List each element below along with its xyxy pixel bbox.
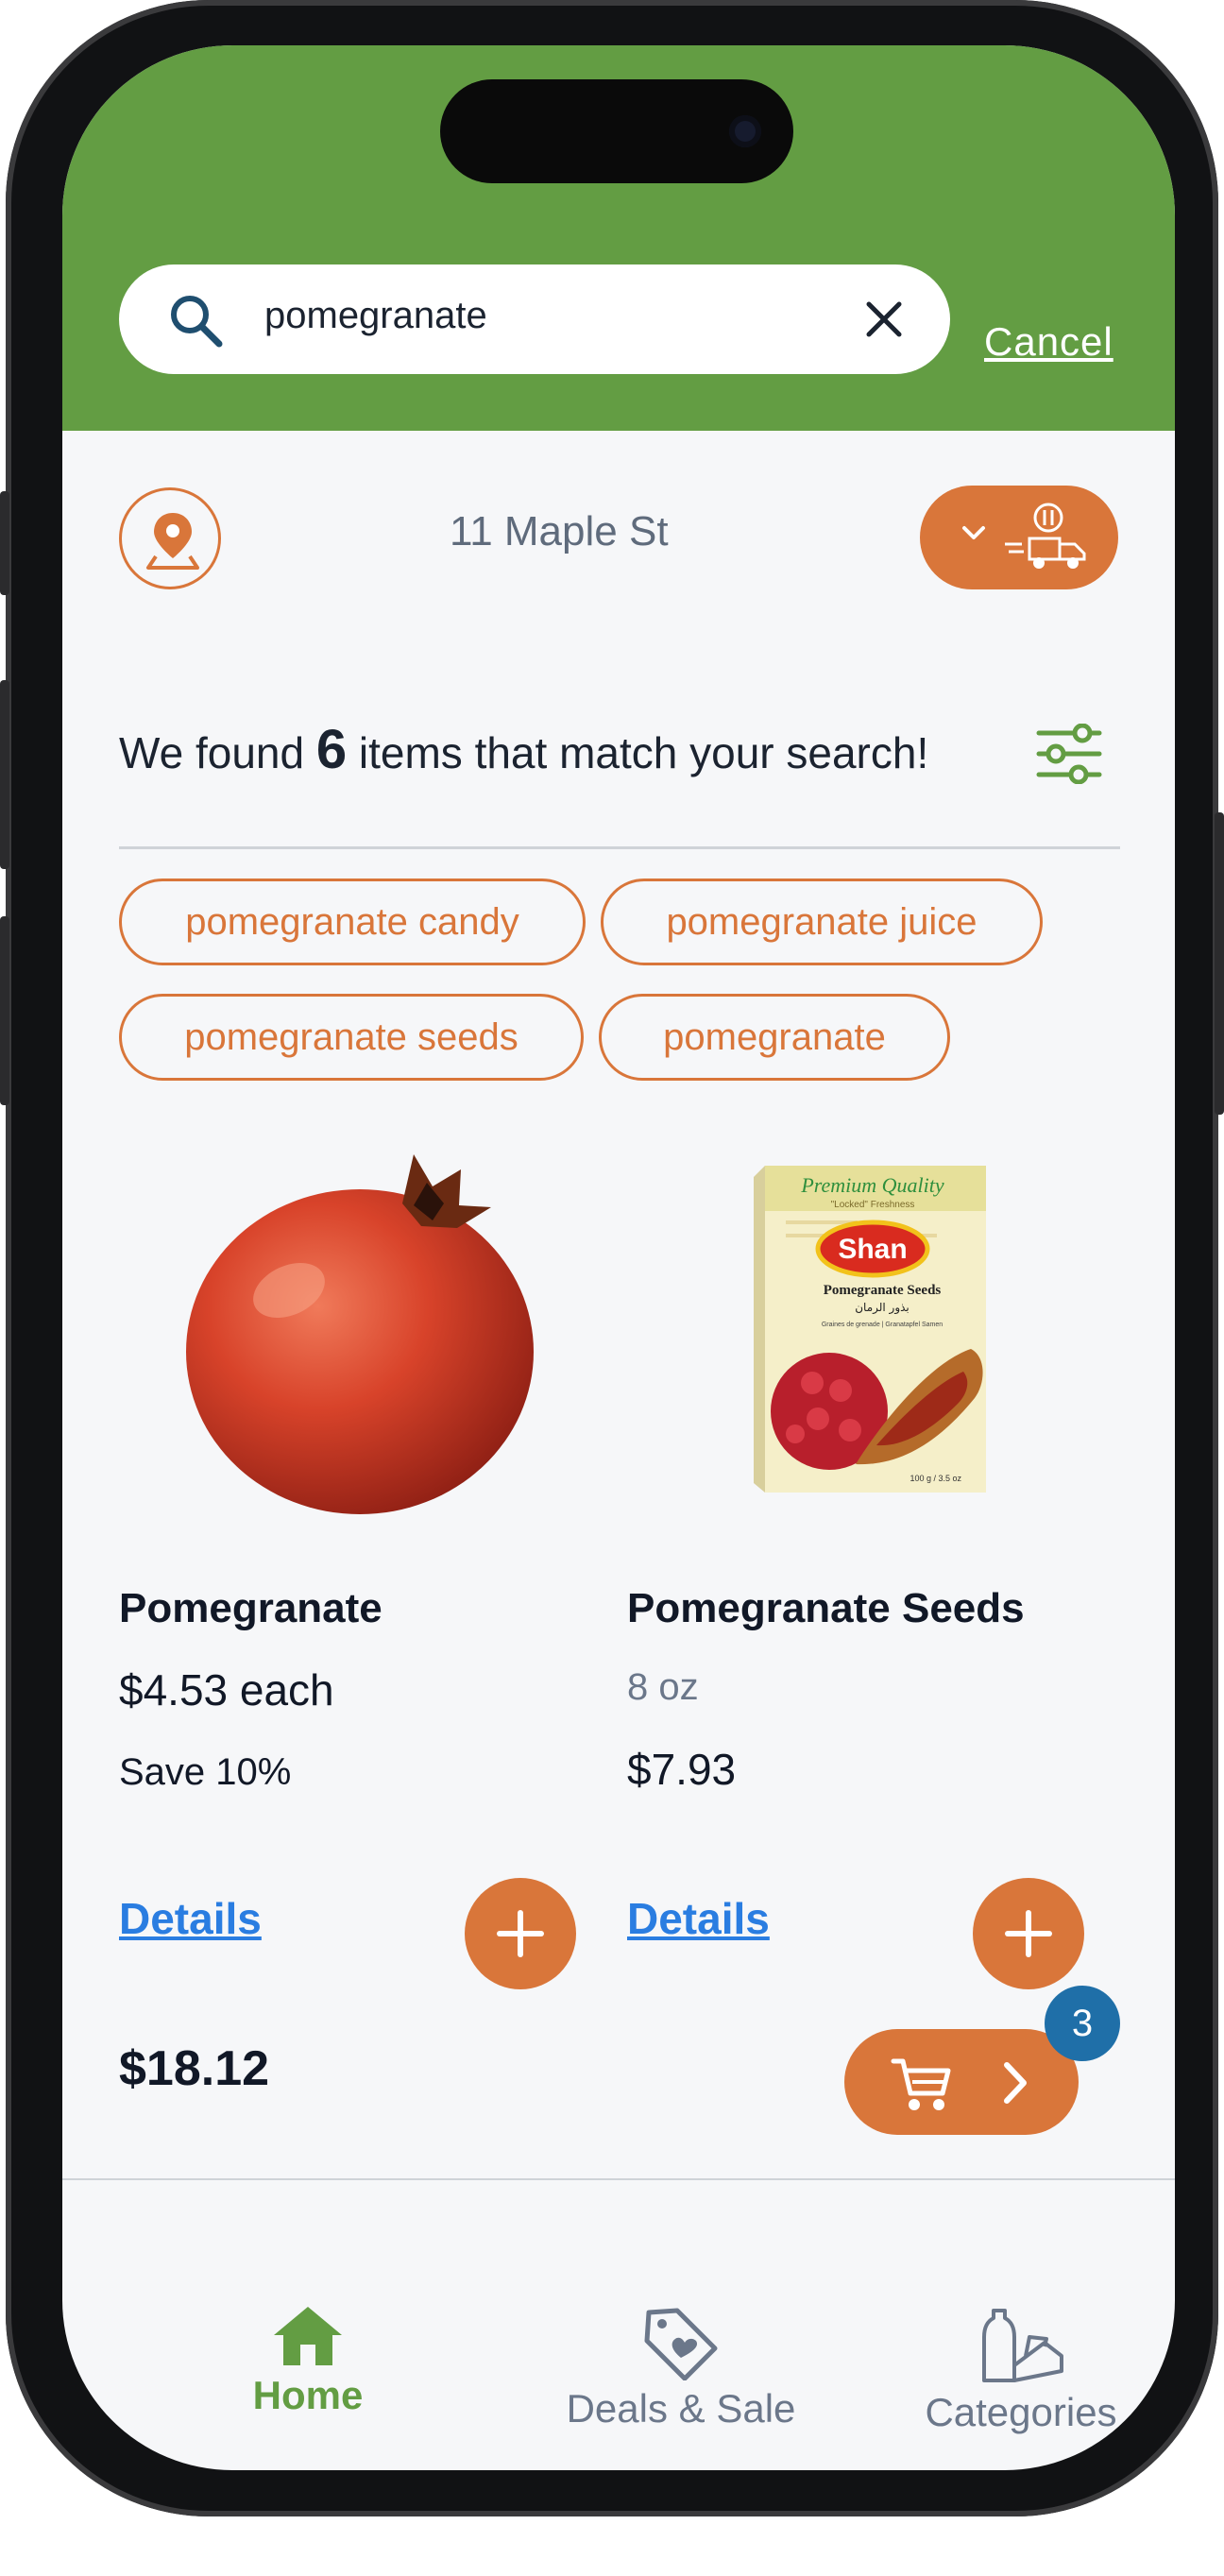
product-size: 8 oz <box>627 1666 699 1708</box>
details-link[interactable]: Details <box>627 1893 770 1944</box>
cart-icon <box>891 2058 951 2110</box>
product-promo: Save 10% <box>119 1751 292 1793</box>
suggestion-chip[interactable]: pomegranate juice <box>601 879 1043 965</box>
location-pin-icon <box>146 513 199 570</box>
product-image-pomegranate[interactable] <box>185 1149 544 1517</box>
categories-icon <box>982 2309 1063 2382</box>
add-to-cart-button[interactable] <box>973 1878 1084 1989</box>
home-icon <box>274 2307 342 2365</box>
suggestion-chip[interactable]: pomegranate <box>599 994 950 1081</box>
cart-count-badge: 3 <box>1045 1986 1120 2061</box>
chevron-down-icon <box>962 526 985 539</box>
search-header: pomegranate Cancel <box>62 45 1175 431</box>
chevron-right-icon <box>1004 2062 1027 2104</box>
results-count: 6 <box>315 719 348 780</box>
search-query[interactable]: pomegranate <box>264 295 487 337</box>
product-name[interactable]: Pomegranate Seeds <box>627 1585 1025 1632</box>
side-button <box>0 491 9 595</box>
search-input[interactable]: pomegranate <box>119 264 950 374</box>
suggestion-chip[interactable]: pomegranate candy <box>119 879 586 965</box>
package-brand: Shan <box>838 1234 907 1265</box>
nav-deals-label: Deals & Sale <box>566 2386 796 2431</box>
package-weight: 100 g / 3.5 oz <box>910 1474 961 1483</box>
nav-home[interactable]: Home <box>204 2305 412 2418</box>
side-button <box>1215 812 1224 1115</box>
package-subtitle: Graines de grenade | Granatapfel Samen <box>822 1322 943 1328</box>
app-screen: pomegranate Cancel 11 Maple St We found … <box>62 45 1175 2470</box>
nav-home-label: Home <box>252 2373 364 2417</box>
filter-sliders-icon[interactable] <box>1035 724 1103 784</box>
nav-categories[interactable]: Categories <box>865 2299 1175 2435</box>
phone-frame: pomegranate Cancel 11 Maple St We found … <box>0 0 1224 2516</box>
add-to-cart-button[interactable] <box>465 1878 576 1989</box>
clear-icon[interactable] <box>861 297 907 342</box>
nav-divider <box>62 2178 1175 2180</box>
product-price: $4.53 each <box>119 1665 334 1714</box>
product-name[interactable]: Pomegranate <box>119 1585 382 1632</box>
delivery-mode-button[interactable] <box>920 486 1118 589</box>
delivery-truck-icon <box>1005 503 1086 569</box>
nav-deals[interactable]: Deals & Sale <box>516 2305 846 2431</box>
dynamic-island <box>440 79 793 183</box>
package-product-name: Pomegranate Seeds <box>824 1283 942 1298</box>
delivery-address[interactable]: 11 Maple St <box>450 508 669 555</box>
suggestion-chip[interactable]: pomegranate seeds <box>119 994 584 1081</box>
cancel-button[interactable]: Cancel <box>984 319 1114 365</box>
view-cart-button[interactable] <box>844 2029 1079 2135</box>
details-link[interactable]: Details <box>119 1893 262 1944</box>
side-button <box>0 680 9 869</box>
divider <box>119 846 1120 849</box>
results-summary: We found 6 items that match your search! <box>119 718 928 781</box>
product-image-pomegranate-seeds[interactable]: Premium Quality "Locked" Freshness Shan … <box>752 1164 990 1494</box>
cart-total: $18.12 <box>119 2041 270 2096</box>
results-suffix: items that match your search! <box>347 728 929 777</box>
package-arabic-name: بذور الرمان <box>855 1301 910 1315</box>
package-banner: Premium Quality <box>800 1173 944 1197</box>
product-price: $7.93 <box>627 1745 737 1794</box>
front-camera <box>729 115 761 147</box>
location-button[interactable] <box>119 487 221 589</box>
search-icon <box>171 296 223 348</box>
package-tagline: "Locked" Freshness <box>831 1200 915 1210</box>
side-button <box>0 916 9 1105</box>
results-prefix: We found <box>119 728 316 777</box>
nav-categories-label: Categories <box>925 2390 1117 2434</box>
tag-heart-icon <box>644 2308 718 2380</box>
